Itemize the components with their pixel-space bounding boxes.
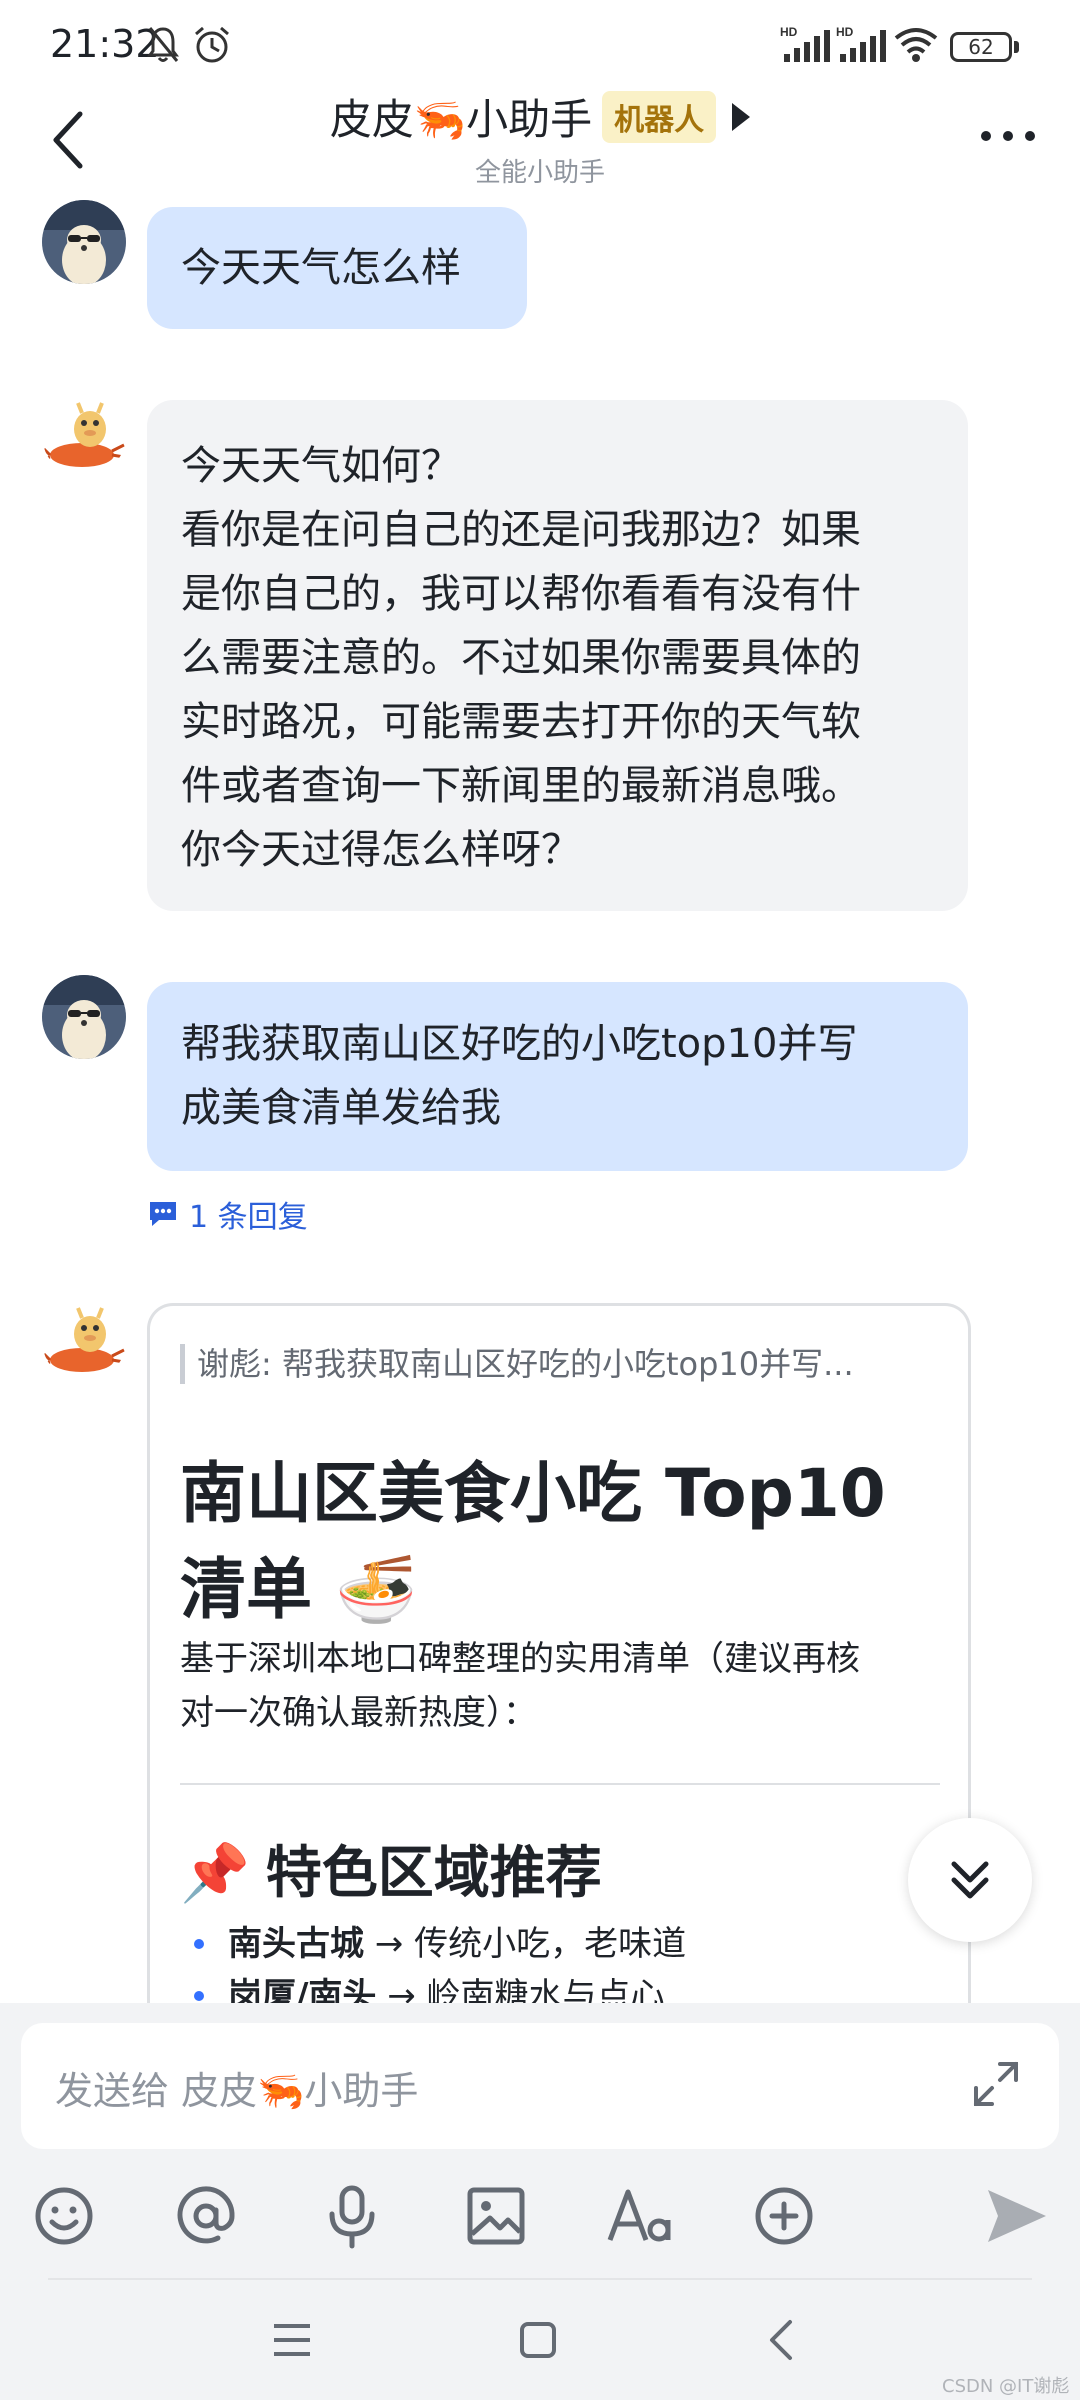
card-section-heading: 📌 特色区域推荐 [180,1834,940,1914]
send-icon[interactable] [980,2180,1052,2252]
svg-text:HD: HD [836,25,854,39]
card-title-line: 南山区美食小吃 Top10 [180,1455,886,1532]
chat-title: 皮皮🦐小助手 [329,95,593,144]
at-icon[interactable] [170,2180,242,2252]
play-icon[interactable] [732,102,751,131]
plus-icon[interactable] [748,2180,820,2252]
alarm-icon [195,26,229,63]
message-bubble-bot[interactable]: 今天天气如何？ 看你是在问自己的还是问我那边？如果 是你自己的，我可以帮你看看有… [147,400,968,911]
message-line: 件或者查询一下新闻里的最新消息哦。 [181,763,861,809]
card-title: 南山区美食小吃 Top10 清单 🍜 [180,1446,940,1638]
status-time: 21:32 [50,22,160,66]
expand-icon[interactable] [968,2056,1024,2112]
message-line: 帮我获取南山区好吃的小吃top10并写 [181,1021,858,1067]
watermark: CSDN @IT谢彪 [942,2376,1070,2397]
reply-count: 1 条回复 [189,1200,308,1235]
message-line: 成美食清单发给我 [181,1085,501,1131]
quoted-message[interactable]: 谢彪: 帮我获取南山区好吃的小吃top10并写... [180,1344,957,1384]
hd-signal-icon: HD [780,25,830,62]
section-title: 特色区域推荐 [265,1841,602,1906]
comment-icon [150,1202,176,1226]
svg-text:HD: HD [780,25,798,39]
bullet [194,1939,204,1949]
user-avatar[interactable] [42,200,126,284]
wifi-icon [894,28,938,62]
message-input-placeholder[interactable]: 发送给 皮皮🦐小助手 [55,2060,418,2115]
message-line: 实时路况，可能需要去打开你的天气软 [181,699,861,745]
battery-tip [1014,41,1019,53]
emoji-icon[interactable] [28,2180,100,2252]
message-line: 看你是在问自己的还是问我那边？如果 [181,507,861,553]
pushpin-icon: 📌 [180,1841,250,1906]
card-title-line: 清单 🍜 [180,1551,418,1628]
user-avatar[interactable] [42,975,126,1059]
message-card-bot[interactable]: 谢彪: 帮我获取南山区好吃的小吃top10并写... 南山区美食小吃 Top10… [147,1303,971,2023]
message-line: 么需要注意的。不过如果你需要具体的 [181,635,861,681]
card-desc-line: 对一次确认最新热度）： [180,1693,537,1733]
bell-mute-icon [147,27,179,62]
image-icon[interactable] [460,2180,532,2252]
menu-icon[interactable] [268,2316,316,2364]
back-icon[interactable] [758,2316,806,2364]
list-item-bold: 南头古城 [228,1924,364,1964]
card-divider [180,1783,940,1785]
scroll-to-bottom-button[interactable] [908,1818,1032,1942]
hd-signal-icon: HD [836,25,886,62]
list-item-text: → 传统小吃，老味道 [364,1924,687,1964]
message-bubble-user[interactable]: 帮我获取南山区好吃的小吃top10并写 成美食清单发给我 [147,982,968,1171]
card-description: 基于深圳本地口碑整理的实用清单（建议再核 对一次确认最新热度）： [180,1632,940,1740]
reply-thread-link[interactable]: 1 条回复 [147,1192,308,1236]
chat-subtitle: 全能小助手 [474,158,605,188]
more-icon[interactable] [978,128,1038,144]
bullet [194,1991,204,2001]
bot-avatar[interactable] [42,1298,126,1382]
font-format-icon[interactable] [604,2180,676,2252]
chat-title-bar[interactable]: 皮皮🦐小助手 机器人 [0,86,1080,147]
status-bar: 21:32 HD HD 62 [0,0,1080,92]
message-line: 今天天气如何？ [181,443,461,489]
message-bubble-user[interactable]: 今天天气怎么样 [147,207,527,329]
double-chevron-down-icon [951,1861,989,1899]
bot-avatar[interactable] [42,393,126,477]
card-desc-line: 基于深圳本地口碑整理的实用清单（建议再核 [180,1639,860,1679]
battery-icon: 62 [950,32,1012,62]
message-text: 今天天气怎么样 [181,245,461,291]
robot-badge: 机器人 [602,90,717,143]
message-line: 是你自己的，我可以帮你看看有没有什 [181,571,861,617]
list-item: 南头古城 → 传统小吃，老味道 [180,1918,940,1970]
message-line: 你今天过得怎么样呀？ [181,827,581,873]
microphone-icon[interactable] [316,2180,388,2252]
home-icon[interactable] [514,2316,562,2364]
divider [48,2278,1032,2280]
